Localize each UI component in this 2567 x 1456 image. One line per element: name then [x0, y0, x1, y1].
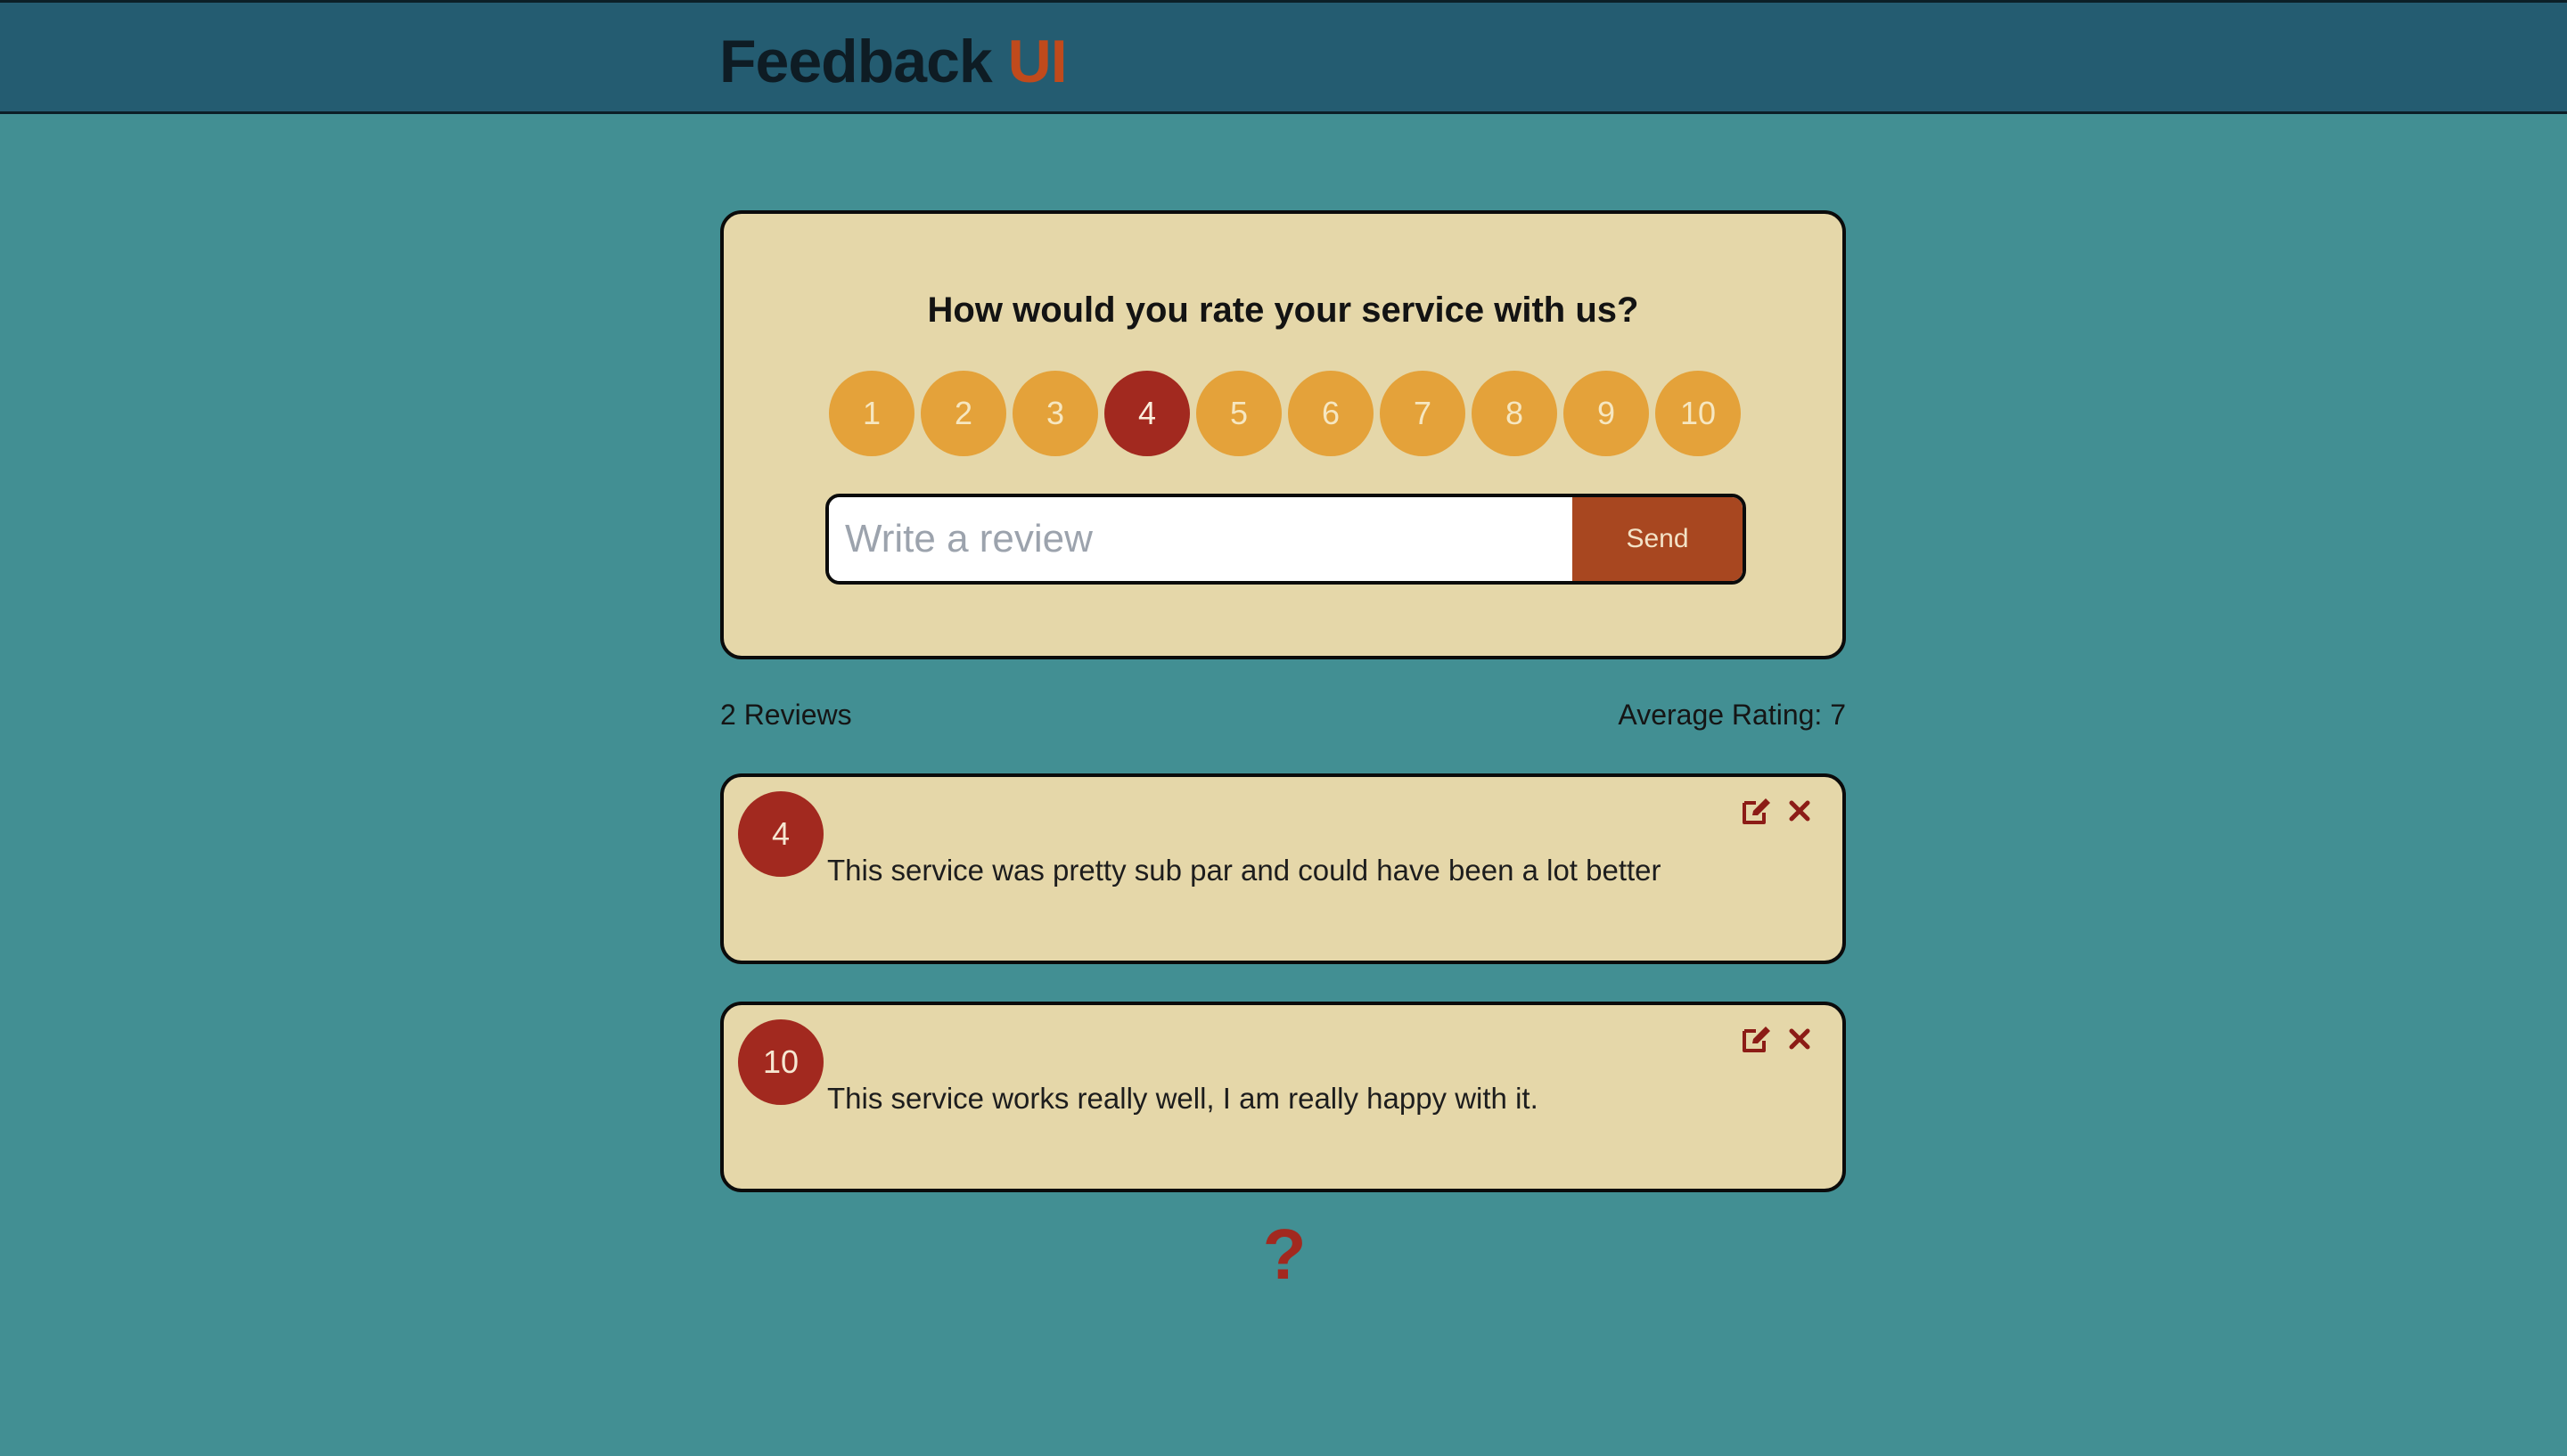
edit-button[interactable] — [1739, 1021, 1775, 1057]
review-rating-badge: 4 — [738, 791, 824, 877]
rating-option-7[interactable]: 7 — [1380, 371, 1465, 456]
app-logo[interactable]: Feedback UI — [719, 24, 1068, 99]
edit-icon — [1743, 798, 1770, 824]
average-rating: Average Rating: 7 — [1618, 699, 1846, 731]
review-rating-badge: 10 — [738, 1019, 824, 1105]
rating-option-1[interactable]: 1 — [829, 371, 914, 456]
rating-options: 1 2 3 4 5 6 7 8 9 10 — [829, 371, 1741, 456]
help-button[interactable]: ? — [1255, 1219, 1314, 1290]
rating-option-4[interactable]: 4 — [1104, 371, 1190, 456]
rating-option-3[interactable]: 3 — [1013, 371, 1098, 456]
review-card: 4 This service was pretty sub par and co… — [720, 773, 1846, 964]
review-input[interactable] — [829, 497, 1576, 581]
review-input-group: Send — [825, 494, 1746, 585]
app-header: Feedback UI — [0, 0, 2567, 114]
rating-option-5[interactable]: 5 — [1196, 371, 1282, 456]
rating-question: How would you rate your service with us? — [927, 290, 1639, 330]
brand-accent: UI — [1007, 28, 1068, 95]
delete-button[interactable] — [1782, 793, 1817, 829]
question-icon: ? — [1262, 1215, 1307, 1294]
rating-option-6[interactable]: 6 — [1288, 371, 1374, 456]
review-text: This service was pretty sub par and coul… — [827, 854, 1661, 887]
edit-icon — [1743, 1027, 1770, 1052]
edit-button[interactable] — [1739, 793, 1775, 829]
review-count: 2 Reviews — [720, 699, 852, 731]
rating-option-8[interactable]: 8 — [1472, 371, 1557, 456]
rating-form-card: How would you rate your service with us?… — [720, 210, 1846, 659]
rating-option-9[interactable]: 9 — [1563, 371, 1649, 456]
brand-title: Feedback — [719, 28, 993, 95]
delete-button[interactable] — [1782, 1021, 1817, 1057]
rating-option-10[interactable]: 10 — [1655, 371, 1741, 456]
rating-option-2[interactable]: 2 — [921, 371, 1006, 456]
send-button[interactable]: Send — [1572, 497, 1743, 581]
close-icon — [1789, 1028, 1810, 1050]
close-icon — [1789, 800, 1810, 822]
review-text: This service works really well, I am rea… — [827, 1082, 1538, 1115]
review-card: 10 This service works really well, I am … — [720, 1002, 1846, 1192]
